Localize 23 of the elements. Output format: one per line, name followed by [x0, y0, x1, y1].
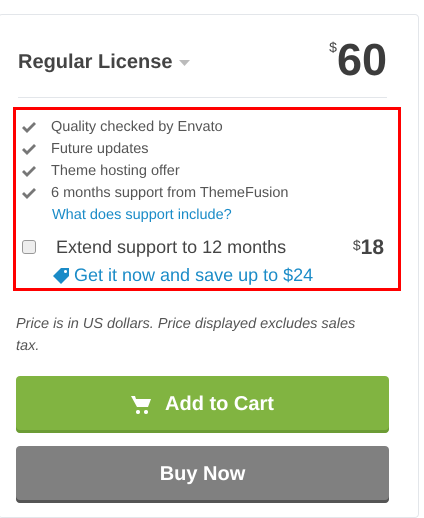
- check-icon: [22, 122, 36, 132]
- currency-symbol: $: [352, 237, 361, 253]
- feature-text: Future updates: [51, 141, 149, 157]
- offer-link[interactable]: Get it now and save up to $24: [52, 265, 384, 286]
- extend-label: Extend support to 12 months: [56, 237, 286, 259]
- currency-symbol: $: [329, 39, 337, 55]
- feature-text: Quality checked by Envato: [51, 119, 223, 135]
- feature-text: 6 months support from ThemeFusion: [51, 185, 288, 201]
- extend-price: 18: [360, 237, 384, 259]
- price-note: Price is in US dollars. Price displayed excludes sales tax.: [16, 315, 356, 356]
- cart-icon: [131, 396, 152, 414]
- checkbox[interactable]: [22, 240, 36, 254]
- license-price: 60: [336, 37, 387, 83]
- tag-icon: [52, 266, 70, 284]
- add-to-cart-button[interactable]: Add to Cart: [16, 376, 389, 433]
- support-link[interactable]: What does support include?: [52, 204, 232, 226]
- feature-text: Theme hosting offer: [51, 163, 180, 179]
- license-name[interactable]: Regular License: [18, 51, 173, 74]
- caret-icon[interactable]: [178, 60, 190, 66]
- check-icon: [22, 166, 36, 176]
- check-icon: [22, 144, 36, 154]
- buy-now-button[interactable]: Buy Now: [16, 446, 389, 503]
- check-icon: [22, 188, 36, 198]
